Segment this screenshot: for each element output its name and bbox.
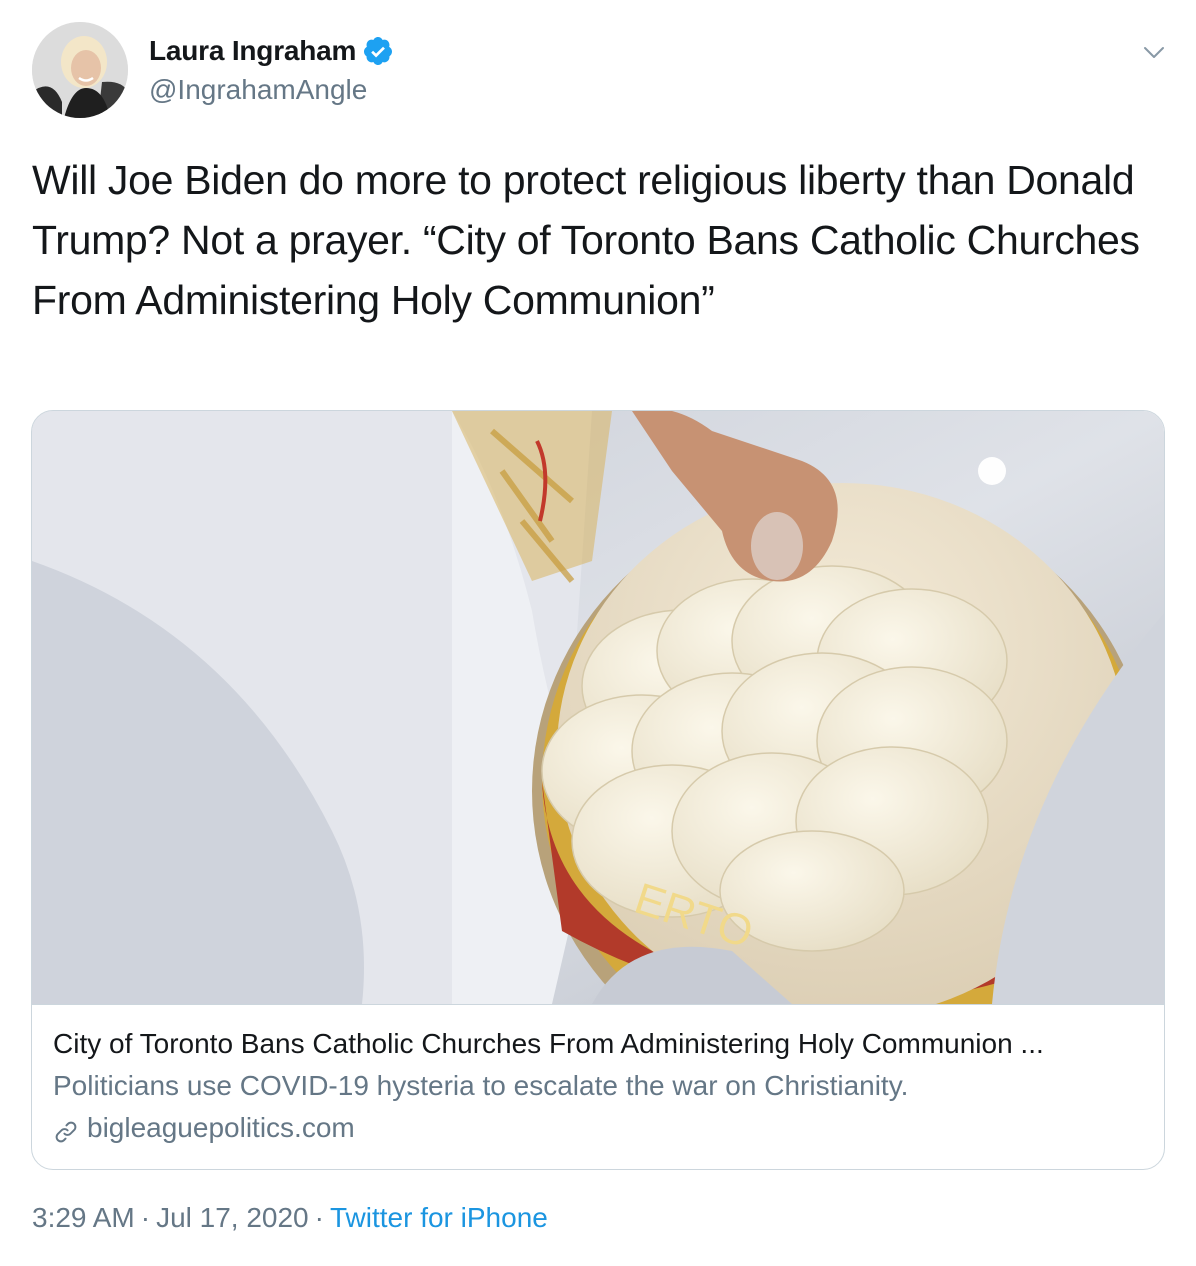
meta-separator: · xyxy=(140,1202,151,1233)
card-image[interactable]: ERTO xyxy=(32,411,1164,1005)
card-domain-row: bigleaguepolitics.com xyxy=(53,1107,1143,1149)
meta-separator: · xyxy=(314,1202,324,1233)
card-domain: bigleaguepolitics.com xyxy=(87,1112,355,1143)
card-description: Politicians use COVID-19 hysteria to esc… xyxy=(53,1070,909,1101)
verified-badge-icon xyxy=(362,35,394,67)
tweet-meta: 3:29 AM · Jul 17, 2020 · Twitter for iPhone xyxy=(32,1198,548,1238)
link-card[interactable]: ERTO City of Toronto Bans Catholic Churc… xyxy=(31,410,1165,1170)
tweet-text: Will Joe Biden do more to protect religi… xyxy=(32,157,1151,323)
handle[interactable]: @IngrahamAngle xyxy=(149,74,394,106)
tweet: Laura Ingraham @IngrahamAngle Will Joe B… xyxy=(0,0,1196,1266)
tweet-date[interactable]: Jul 17, 2020 xyxy=(156,1202,309,1233)
tweet-header: Laura Ingraham @IngrahamAngle xyxy=(32,22,1172,122)
tweet-time[interactable]: 3:29 AM xyxy=(32,1202,135,1233)
card-title: City of Toronto Bans Catholic Churches F… xyxy=(53,1028,1044,1059)
chevron-down-icon[interactable] xyxy=(1142,40,1166,64)
display-name[interactable]: Laura Ingraham xyxy=(149,35,356,67)
display-name-row: Laura Ingraham xyxy=(149,34,394,68)
card-body: City of Toronto Bans Catholic Churches F… xyxy=(53,1023,1143,1149)
tweet-source-link[interactable]: Twitter for iPhone xyxy=(330,1202,548,1233)
link-icon xyxy=(53,1115,79,1143)
author-info: Laura Ingraham @IngrahamAngle xyxy=(149,34,394,106)
avatar[interactable] xyxy=(32,22,128,118)
